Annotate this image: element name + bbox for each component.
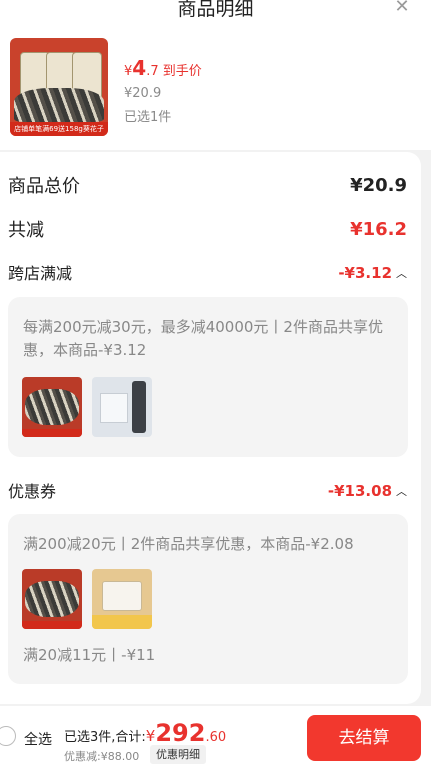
checkout-bar: 全选 已选3件,合计:¥292.60 优惠减:¥88.00 优惠明细 去结算: [0, 706, 431, 767]
original-price: ¥20.9: [124, 86, 162, 101]
product-thumbnail-sunflower[interactable]: [22, 569, 82, 629]
coupon-value: -¥13.08: [327, 481, 392, 500]
selected-count: 已选1件: [124, 110, 172, 125]
coupon-label: 优惠券: [8, 482, 57, 501]
cross-store-detail-text: 每满200元减30元，最多减40000元丨2件商品共享优惠，本商品-¥3.12: [23, 318, 383, 359]
cross-store-value: -¥3.12: [338, 263, 392, 282]
product-thumbnail-power-strip[interactable]: [92, 377, 152, 437]
coupon-row[interactable]: 优惠券 -¥13.08 ︿: [8, 478, 407, 502]
product-thumbnail[interactable]: 店铺单笔满69送158g葵花子: [10, 38, 108, 136]
total-price-label: 商品总价: [8, 176, 80, 197]
select-all-radio[interactable]: [0, 726, 16, 746]
total-price-value: ¥20.9: [350, 174, 407, 196]
product-thumbnail-sunflower[interactable]: [22, 377, 82, 437]
cross-store-label: 跨店满减: [8, 264, 73, 283]
discount-detail-button[interactable]: 优惠明细: [150, 745, 206, 764]
total-reduction-value: ¥16.2: [350, 218, 407, 240]
total-reduction-row: 共减 ¥16.2: [8, 216, 407, 242]
select-all-label[interactable]: 全选: [24, 729, 52, 749]
checkout-button[interactable]: 去结算: [307, 715, 421, 761]
chevron-up-icon[interactable]: ︿: [396, 483, 407, 499]
thumbnail-promo-banner: 店铺单笔满69送158g葵花子: [10, 122, 108, 136]
discount-amount: 优惠减:¥88.00: [64, 750, 140, 763]
price-detail-card: 商品总价 ¥20.9 共减 ¥16.2 跨店满减 -¥3.12 ︿ 每满200元减…: [0, 152, 421, 704]
cross-store-row[interactable]: 跨店满减 -¥3.12 ︿: [8, 260, 407, 284]
coupon-detail-text-2: 满20减11元丨-¥11: [23, 646, 156, 664]
total-price-row: 商品总价 ¥20.9: [8, 172, 407, 198]
cross-store-detail-box: 每满200元减30元，最多减40000元丨2件商品共享优惠，本商品-¥3.12: [8, 297, 408, 457]
close-icon[interactable]: ✕: [391, 0, 413, 18]
sheet-header: 商品明细 ✕: [0, 0, 431, 30]
hand-price: ¥4.7 到手价: [124, 56, 202, 80]
order-total: 已选3件,合计:¥292.60: [64, 719, 227, 747]
product-thumbnail-socket[interactable]: [92, 569, 152, 629]
coupon-detail-text: 满200减20元丨2件商品共享优惠，本商品-¥2.08: [23, 535, 354, 553]
coupon-detail-box: 满200减20元丨2件商品共享优惠，本商品-¥2.08 满20减11元丨-¥11: [8, 514, 408, 684]
total-reduction-label: 共减: [8, 220, 44, 241]
product-summary: 店铺单笔满69送158g葵花子 ¥4.7 到手价 ¥20.9 已选1件: [0, 30, 431, 150]
chevron-up-icon[interactable]: ︿: [396, 265, 407, 281]
sheet-title: 商品明细: [177, 0, 254, 20]
